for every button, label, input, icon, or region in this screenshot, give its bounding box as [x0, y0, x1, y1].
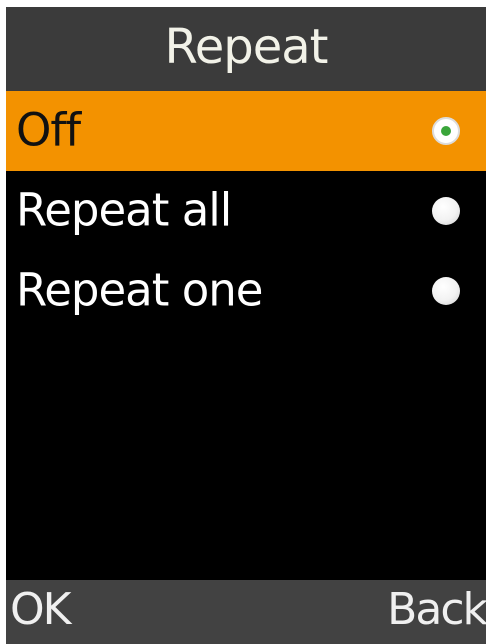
back-softkey[interactable]: Back — [387, 588, 486, 632]
ok-softkey[interactable]: OK — [10, 588, 71, 632]
radio-dot-icon — [441, 126, 451, 136]
title-bar: Repeat — [6, 7, 486, 91]
repeat-options-list: Off Repeat all Repeat one — [6, 91, 486, 331]
option-label: Repeat one — [16, 263, 263, 317]
page-title: Repeat — [164, 19, 329, 75]
radio-unselected-icon[interactable] — [432, 277, 460, 305]
radio-selected-icon[interactable] — [432, 117, 460, 145]
option-repeat-all[interactable]: Repeat all — [6, 171, 486, 251]
option-off[interactable]: Off — [6, 91, 486, 171]
option-label: Repeat all — [16, 183, 232, 237]
option-label: Off — [16, 103, 81, 157]
softkey-bar: OK Back — [6, 580, 486, 644]
radio-unselected-icon[interactable] — [432, 197, 460, 225]
phone-screen: Repeat Off Repeat all Repeat one OK Back — [6, 7, 486, 644]
option-repeat-one[interactable]: Repeat one — [6, 251, 486, 331]
